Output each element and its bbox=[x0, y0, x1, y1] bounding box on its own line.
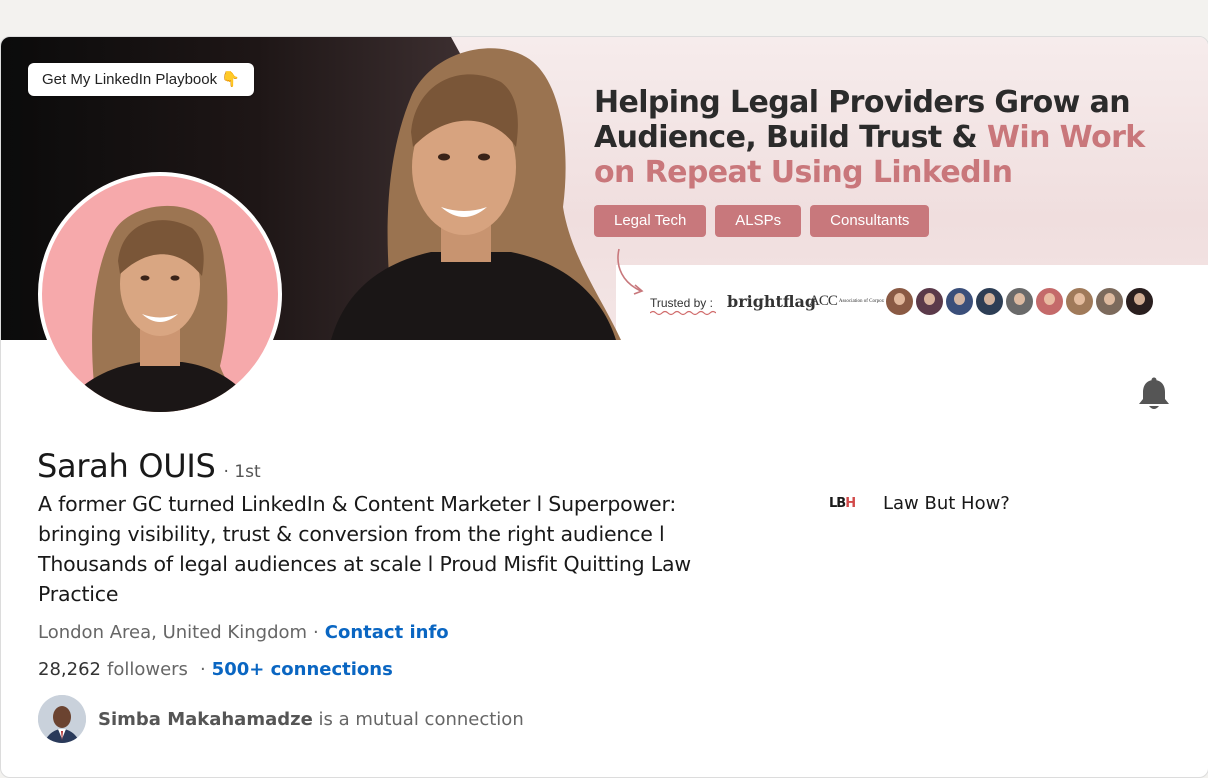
followers-row: 28,262 followers · 500+ connections bbox=[38, 659, 393, 680]
headline-line-2: Audience, Build Trust & bbox=[594, 120, 987, 155]
mutual-connection-suffix: is a mutual connection bbox=[318, 708, 524, 730]
mutual-connection-name[interactable]: Simba Makahamadze bbox=[98, 709, 313, 730]
mutual-connection-text: Simba Makahamadze is a mutual connection bbox=[98, 709, 524, 730]
name-row: Sarah OUIS · 1st bbox=[37, 447, 261, 485]
profile-card: Get My LinkedIn Playbook 👇 Helping Legal… bbox=[0, 36, 1208, 778]
profile-name: Sarah OUIS bbox=[37, 447, 216, 485]
banner-headline: Helping Legal Providers Grow an Audience… bbox=[594, 85, 1194, 190]
client-avatar bbox=[1094, 286, 1125, 317]
profile-portrait-image bbox=[62, 205, 257, 412]
playbook-cta-button[interactable]: Get My LinkedIn Playbook 👇 bbox=[28, 63, 254, 96]
trusted-by-label: Trusted by : bbox=[650, 296, 713, 310]
tag-alsps: ALSPs bbox=[715, 205, 802, 237]
client-avatar bbox=[1064, 286, 1095, 317]
headline-accent-2: on Repeat Using LinkedIn bbox=[594, 155, 1013, 190]
current-company[interactable]: LBH Law But How? bbox=[829, 493, 1010, 514]
notification-bell-icon[interactable] bbox=[1137, 377, 1171, 413]
profile-headline: A former GC turned LinkedIn & Content Ma… bbox=[38, 492, 691, 606]
headline-accent-1: Win Work bbox=[986, 120, 1145, 155]
company-name: Law But How? bbox=[883, 493, 1010, 514]
acc-logo-text: ACC bbox=[809, 293, 838, 309]
followers-count: 28,262 bbox=[38, 659, 101, 680]
banner-portrait-image bbox=[331, 48, 621, 340]
location-row: London Area, United Kingdom · Contact in… bbox=[38, 622, 449, 643]
mutual-connection-avatar bbox=[38, 695, 86, 743]
brightflag-logo: brightflag bbox=[727, 292, 817, 311]
curved-arrow-icon bbox=[617, 248, 644, 295]
company-logo: LBH bbox=[829, 496, 869, 511]
squiggle-underline-icon bbox=[650, 310, 716, 316]
client-avatar bbox=[1124, 286, 1155, 317]
profile-photo[interactable] bbox=[38, 172, 282, 416]
client-avatar bbox=[944, 286, 975, 317]
profile-location: London Area, United Kingdom bbox=[38, 622, 308, 643]
company-logo-accent: H bbox=[845, 496, 856, 511]
client-avatar bbox=[884, 286, 915, 317]
banner-tags: Legal Tech ALSPs Consultants bbox=[594, 205, 930, 237]
company-logo-text: LB bbox=[829, 496, 846, 511]
connections-link[interactable]: 500+ connections bbox=[212, 659, 393, 680]
client-avatar-row bbox=[884, 286, 1155, 317]
followers-label: followers bbox=[106, 659, 188, 680]
headline-line-1: Helping Legal Providers Grow an bbox=[594, 85, 1131, 120]
client-avatar bbox=[974, 286, 1005, 317]
mutual-connection-row[interactable]: Simba Makahamadze is a mutual connection bbox=[38, 695, 524, 743]
client-avatar bbox=[914, 286, 945, 317]
tag-consultants: Consultants bbox=[810, 205, 930, 237]
separator-dot: · bbox=[199, 659, 206, 680]
mutual-avatar-image bbox=[38, 695, 86, 743]
client-avatar bbox=[1004, 286, 1035, 317]
connection-degree: · 1st bbox=[223, 462, 261, 482]
separator-dot: · bbox=[313, 622, 319, 643]
client-avatar bbox=[1034, 286, 1065, 317]
tag-legal-tech: Legal Tech bbox=[594, 205, 707, 237]
contact-info-link[interactable]: Contact info bbox=[325, 622, 449, 643]
